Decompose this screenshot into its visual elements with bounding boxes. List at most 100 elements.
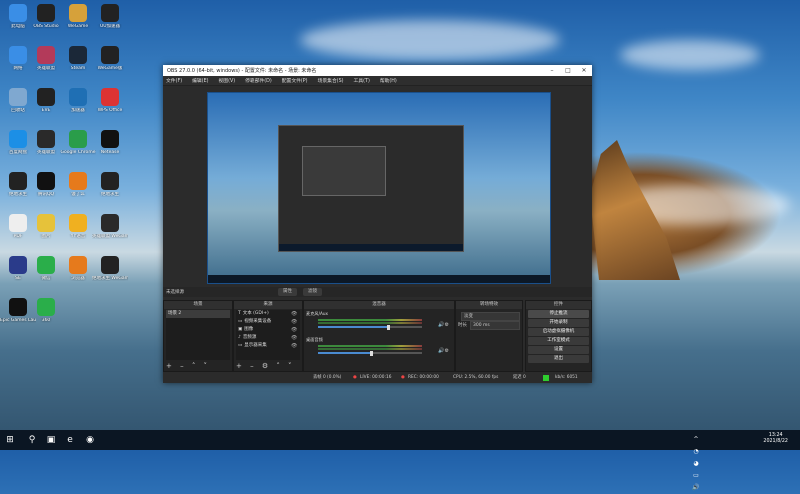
menu-scene-collection[interactable]: 场景集合(S) <box>318 77 344 84</box>
source-item[interactable]: ▣ 图像 👁 <box>236 326 300 334</box>
volume-knob[interactable] <box>370 350 373 356</box>
duration-label: 时长 <box>458 323 467 328</box>
mixer-track: 麦克风/Aux 🔊⚙ <box>306 311 452 335</box>
settings-button[interactable]: 设置 <box>528 346 589 354</box>
stop-streaming-button[interactable]: 停止推流 <box>528 310 589 318</box>
app-icon <box>69 88 87 106</box>
app-icon <box>37 214 55 232</box>
app-icon <box>101 88 119 106</box>
source-controls[interactable]: + – ⚙ ˄ ˅ <box>236 362 295 370</box>
desktop-icon[interactable]: WeGame版 <box>92 46 128 84</box>
app-icon <box>69 214 87 232</box>
source-item[interactable]: ♪ 音频源 👁 <box>236 334 300 342</box>
desktop-icon[interactable]: 英雄联盟 WeGame版 <box>92 214 128 252</box>
edge-icon[interactable]: e <box>64 434 76 446</box>
app-icon <box>101 172 119 190</box>
track-name: 桌面音频 <box>306 337 323 342</box>
source-item[interactable]: ▭ 视频采集设备 👁 <box>236 318 300 326</box>
desktop-icon[interactable]: 腾讯QQ <box>28 172 64 210</box>
eye-icon[interactable]: 👁 <box>291 326 300 334</box>
minimize-icon[interactable]: – <box>544 67 560 74</box>
desktop-icon-label: EVE <box>41 108 51 113</box>
scene-controls[interactable]: + – ˄ ˅ <box>166 362 210 370</box>
menu-profile[interactable]: 配置文件(P) <box>282 77 308 84</box>
desktop-icon[interactable]: EVE <box>28 88 64 126</box>
menu-view[interactable]: 视图(V) <box>218 77 235 84</box>
cpu-fps: CPU: 2.5%, 60.00 fps <box>453 375 499 380</box>
desktop-icon[interactable]: 360 <box>28 298 64 336</box>
app-icon <box>9 130 27 148</box>
health-indicator <box>543 375 549 381</box>
title-bar[interactable]: OBS 27.0.0 (64-bit, windows) - 配置文件: 未命名… <box>163 65 592 76</box>
source-item[interactable]: T 文本 (GDI+) 👁 <box>236 310 300 318</box>
tray-icons[interactable]: ^ ◔ ◕ ▭ 🔊 <box>690 434 702 491</box>
desktop-icon[interactable]: 绝地求生 WeGame版 <box>92 256 128 294</box>
app-icon <box>37 4 55 22</box>
maximize-icon[interactable]: □ <box>560 67 576 74</box>
eye-icon[interactable]: 👁 <box>291 342 300 350</box>
speaker-icon[interactable]: 🔊⚙ <box>438 322 449 328</box>
app-icon <box>69 4 87 22</box>
eye-icon[interactable]: 👁 <box>291 318 300 326</box>
start-recording-button[interactable]: 开始录制 <box>528 319 589 327</box>
clock[interactable]: 13:24 2021/8/22 <box>763 433 788 445</box>
desktop-icon[interactable]: 绝地求生 <box>92 172 128 210</box>
desktop-icon[interactable]: UU加速器 <box>92 4 128 42</box>
source-item[interactable]: ▭ 显示器采集 👁 <box>236 342 300 350</box>
desktop-icon[interactable]: 饿了么 <box>60 172 96 210</box>
desktop-icon[interactable]: 英雄联盟 <box>28 130 64 168</box>
transition-select[interactable]: 淡变 <box>458 311 520 321</box>
desktop-icon[interactable]: OBS Studio <box>28 4 64 42</box>
desktop-icon[interactable]: Netease <box>92 130 128 168</box>
volume-knob[interactable] <box>386 324 390 330</box>
desktop-icon[interactable]: Steam <box>60 46 96 84</box>
desktop-icon-label: 饿了么 <box>71 192 85 197</box>
desktop-icon[interactable]: 英雄联盟 <box>28 46 64 84</box>
duration-input[interactable]: 300 ms <box>470 320 520 330</box>
virtual-camera-button[interactable]: 启动虚拟摄像机 <box>528 328 589 336</box>
preview-canvas[interactable] <box>207 92 551 284</box>
desktop-icon[interactable]: 微信 <box>28 256 64 294</box>
menu-docks[interactable]: 停靠部件(D) <box>245 77 272 84</box>
task-view-icon[interactable]: ▣ <box>45 434 57 446</box>
desktop-icon-label: Netease <box>100 150 120 155</box>
desktop-icon[interactable]: WPS Office <box>92 88 128 126</box>
desktop-icon[interactable]: WeGame <box>60 4 96 42</box>
close-icon[interactable]: ✕ <box>576 67 592 74</box>
menu-help[interactable]: 帮助(H) <box>380 77 397 84</box>
nested-preview <box>278 125 464 252</box>
volume-slider[interactable] <box>318 350 422 356</box>
properties-button[interactable]: 属性 <box>278 288 297 296</box>
desktop-icon-label: WeGame版 <box>97 66 123 71</box>
scene-item[interactable]: 场景 2 <box>166 310 230 318</box>
desktop-icon[interactable]: Google Chrome <box>60 130 96 168</box>
desktop-icon[interactable]: 浏览器 <box>60 256 96 294</box>
obs-window[interactable]: OBS 27.0.0 (64-bit, windows) - 配置文件: 未命名… <box>163 65 592 383</box>
menu-tools[interactable]: 工具(T) <box>354 77 370 84</box>
cloud <box>620 40 760 70</box>
scenes-dock: 场景 场景 2 + – ˄ ˅ <box>163 300 233 372</box>
desktop-icon[interactable]: 加速器 <box>60 88 96 126</box>
app-icon <box>101 130 119 148</box>
volume-slider[interactable] <box>318 324 422 330</box>
audio-source-icon: ♪ <box>238 335 241 340</box>
search-icon[interactable]: ⚲ <box>26 434 38 446</box>
menu-edit[interactable]: 编辑(E) <box>192 77 208 84</box>
windows-start-icon[interactable]: ⊞ <box>4 434 16 446</box>
menu-file[interactable]: 文件(F) <box>166 77 182 84</box>
desktop-icon[interactable]: YY语音 <box>60 214 96 252</box>
mixer-title: 混音器 <box>304 301 454 309</box>
speaker-icon[interactable]: 🔊⚙ <box>438 348 449 354</box>
app-icon <box>101 46 119 64</box>
exit-button[interactable]: 退出 <box>528 355 589 363</box>
transition-type[interactable]: 淡变 <box>461 311 520 321</box>
obs-taskbar-icon[interactable]: ◉ <box>84 434 96 446</box>
sources-dock: 来源 T 文本 (GDI+) 👁 ▭ 视频采集设备 👁 ▣ 图像 👁 ♪ 音频源 👁 ▭ 显示器采… <box>233 300 303 372</box>
eye-icon[interactable]: 👁 <box>291 334 300 342</box>
duration-field: 时长 300 ms <box>458 320 520 330</box>
desktop-icon-label: Google Chrome <box>60 150 96 155</box>
eye-icon[interactable]: 👁 <box>291 310 300 318</box>
studio-mode-button[interactable]: 工作室模式 <box>528 337 589 345</box>
filters-button[interactable]: 滤镜 <box>303 288 322 296</box>
desktop-icon[interactable]: 图片 <box>28 214 64 252</box>
